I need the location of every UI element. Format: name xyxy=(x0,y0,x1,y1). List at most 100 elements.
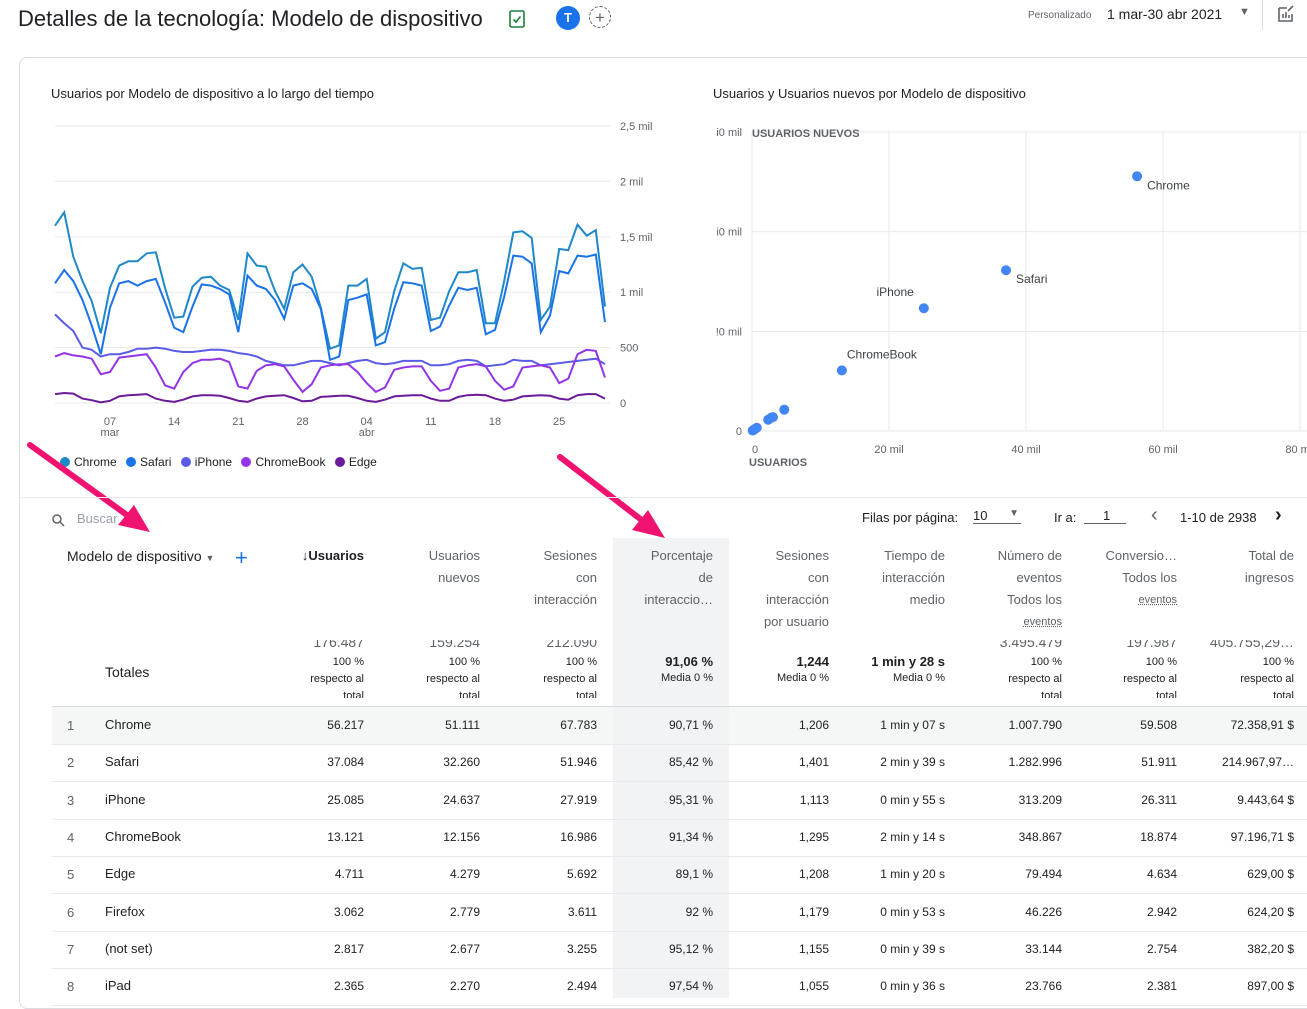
chevron-down-icon[interactable]: ▼ xyxy=(206,553,215,563)
row-dimension-value[interactable]: Edge xyxy=(105,866,135,881)
row-dimension-value[interactable]: Safari xyxy=(105,754,139,769)
rows-per-page-value: 10 xyxy=(973,508,987,523)
total-cell: 3.495.479 100 % respecto al total xyxy=(966,640,1062,698)
table-cell: 1,401 xyxy=(732,755,829,769)
scatter-point[interactable] xyxy=(919,303,929,313)
column-header-1[interactable]: Usuarios nuevos xyxy=(384,545,480,589)
y-tick-label: 500 xyxy=(620,343,638,355)
legend-item-chromebook[interactable]: ChromeBook xyxy=(235,455,325,469)
legend-dot xyxy=(241,457,251,467)
total-subtext: respecto al xyxy=(1081,671,1177,688)
row-rank: 4 xyxy=(67,830,74,845)
total-cell: 176.487 100 % respecto al total xyxy=(268,640,364,698)
scatter-point[interactable] xyxy=(1132,171,1142,181)
series-line-safari[interactable] xyxy=(55,255,605,360)
table-cell: 214.967,97… xyxy=(1197,755,1294,769)
column-header-line: con xyxy=(500,567,597,589)
line-chart[interactable]: 2,5 mil2 mil1,5 mil1 mil500007mar14 21 28 0… xyxy=(50,118,660,448)
series-line-edge[interactable] xyxy=(55,393,605,402)
search-input[interactable]: Buscar xyxy=(77,511,117,526)
legend-item-edge[interactable]: Edge xyxy=(329,455,377,469)
row-dimension-value[interactable]: Firefox xyxy=(105,904,145,919)
point-label: iPhone xyxy=(876,285,914,299)
chevron-down-icon: ▼ xyxy=(1009,508,1019,519)
series-line-chrome[interactable] xyxy=(55,212,605,348)
goto-page-input[interactable]: 1 xyxy=(1084,508,1126,524)
chevron-down-icon[interactable]: ▼ xyxy=(1239,6,1250,18)
scatter-point[interactable] xyxy=(763,415,773,425)
row-rank: 3 xyxy=(67,793,74,808)
x-tick-label: 60 mil xyxy=(1148,444,1177,456)
x-axis-label: USUARIOS xyxy=(749,457,807,469)
table-cell: 2 min y 14 s xyxy=(848,830,945,844)
table-cell: 2.270 xyxy=(384,979,480,993)
prev-page-icon[interactable]: ‹ xyxy=(1151,504,1158,527)
x-tick-month-label: abr xyxy=(359,427,375,439)
table-cell: 1.282.996 xyxy=(966,755,1062,769)
column-header-line: ↓Usuarios xyxy=(268,545,364,567)
row-dimension-value[interactable]: iPhone xyxy=(105,792,145,807)
total-subtext: 100 % xyxy=(1081,654,1177,671)
total-cell: 1 min y 28 s Media 0 % xyxy=(848,640,945,687)
dimension-header[interactable]: Modelo de dispositivo ▼ xyxy=(67,548,214,564)
legend-item-safari[interactable]: Safari xyxy=(120,455,171,469)
table-cell: 9.443,64 $ xyxy=(1197,793,1294,807)
x-tick-label: 25 xyxy=(553,416,565,428)
table-cell: 1,206 xyxy=(732,718,829,732)
customize-report-icon[interactable] xyxy=(1276,4,1296,24)
row-dimension-value[interactable]: iPad xyxy=(105,978,131,993)
y-axis-label: USUARIOS NUEVOS xyxy=(752,128,860,140)
add-comparison-button[interactable]: + xyxy=(589,6,611,28)
total-subtext: respecto al xyxy=(966,671,1062,688)
table-cell: 348.867 xyxy=(966,830,1062,844)
header-divider xyxy=(1262,0,1263,30)
comparison-avatar[interactable]: T xyxy=(556,6,580,30)
table-cell: 3.611 xyxy=(500,905,597,919)
report-document-icon[interactable] xyxy=(509,10,525,28)
next-page-icon[interactable]: › xyxy=(1275,504,1282,527)
total-value: 1,244 xyxy=(732,654,829,670)
search-icon xyxy=(52,514,65,527)
total-cell: 212.090 100 % respecto al total xyxy=(500,640,597,698)
table-cell: 4.634 xyxy=(1081,867,1177,881)
column-header-0[interactable]: ↓Usuarios xyxy=(268,545,364,567)
legend-item-iphone[interactable]: iPhone xyxy=(175,455,232,469)
scatter-point[interactable] xyxy=(779,405,789,415)
column-header-line: Conversio… xyxy=(1081,545,1177,567)
table-cell: 4.711 xyxy=(268,867,364,881)
column-header-8[interactable]: Total de ingresos xyxy=(1197,545,1294,589)
table-cell: 37.084 xyxy=(268,755,364,769)
rows-per-page-select[interactable]: 10 ▼ xyxy=(973,508,1021,524)
x-tick-label: 21 xyxy=(232,416,244,428)
scatter-point[interactable] xyxy=(748,426,758,436)
scatter-point[interactable] xyxy=(837,365,847,375)
table-cell: 92 % xyxy=(616,905,713,919)
row-dimension-value[interactable]: (not set) xyxy=(105,941,153,956)
column-header-6[interactable]: Número de eventos Todos los eventos xyxy=(966,545,1062,633)
page-title: Detalles de la tecnología: Modelo de dis… xyxy=(18,6,483,32)
column-header-2[interactable]: Sesiones con interacción xyxy=(500,545,597,611)
row-dimension-value[interactable]: ChromeBook xyxy=(105,829,181,844)
total-subtext: total xyxy=(500,688,597,698)
table-cell: 18.874 xyxy=(1081,830,1177,844)
table-cell: 0 min y 36 s xyxy=(848,979,945,993)
legend-item-chrome[interactable]: Chrome xyxy=(54,455,117,469)
add-dimension-button[interactable]: + xyxy=(235,545,248,571)
column-header-7[interactable]: Conversio… Todos los eventos xyxy=(1081,545,1177,611)
scatter-chart[interactable]: 0 20 mil 40 mil 60 mil 80 mil i0 mil i0 mil !0 … xyxy=(700,118,1307,478)
column-header-3[interactable]: Porcentaje de interaccio… xyxy=(616,545,713,611)
table-cell: 32.260 xyxy=(384,755,480,769)
total-cell: 1,244 Media 0 % xyxy=(732,640,829,687)
column-header-4[interactable]: Sesiones con interacción por usuario xyxy=(732,545,829,633)
table-cell: 629,00 $ xyxy=(1197,867,1294,881)
column-header-line: Tiempo de xyxy=(848,545,945,567)
scatter-point[interactable] xyxy=(1001,265,1011,275)
table-cell: 56.217 xyxy=(268,718,364,732)
date-range-picker[interactable]: 1 mar-30 abr 2021 xyxy=(1107,6,1222,22)
column-header-5[interactable]: Tiempo de interacción medio xyxy=(848,545,945,611)
totals-label: Totales xyxy=(105,664,149,680)
dimension-header-label: Modelo de dispositivo xyxy=(67,548,202,564)
x-tick-label: 28 xyxy=(296,416,308,428)
row-dimension-value[interactable]: Chrome xyxy=(105,717,151,732)
total-subtext: 100 % xyxy=(966,654,1062,671)
